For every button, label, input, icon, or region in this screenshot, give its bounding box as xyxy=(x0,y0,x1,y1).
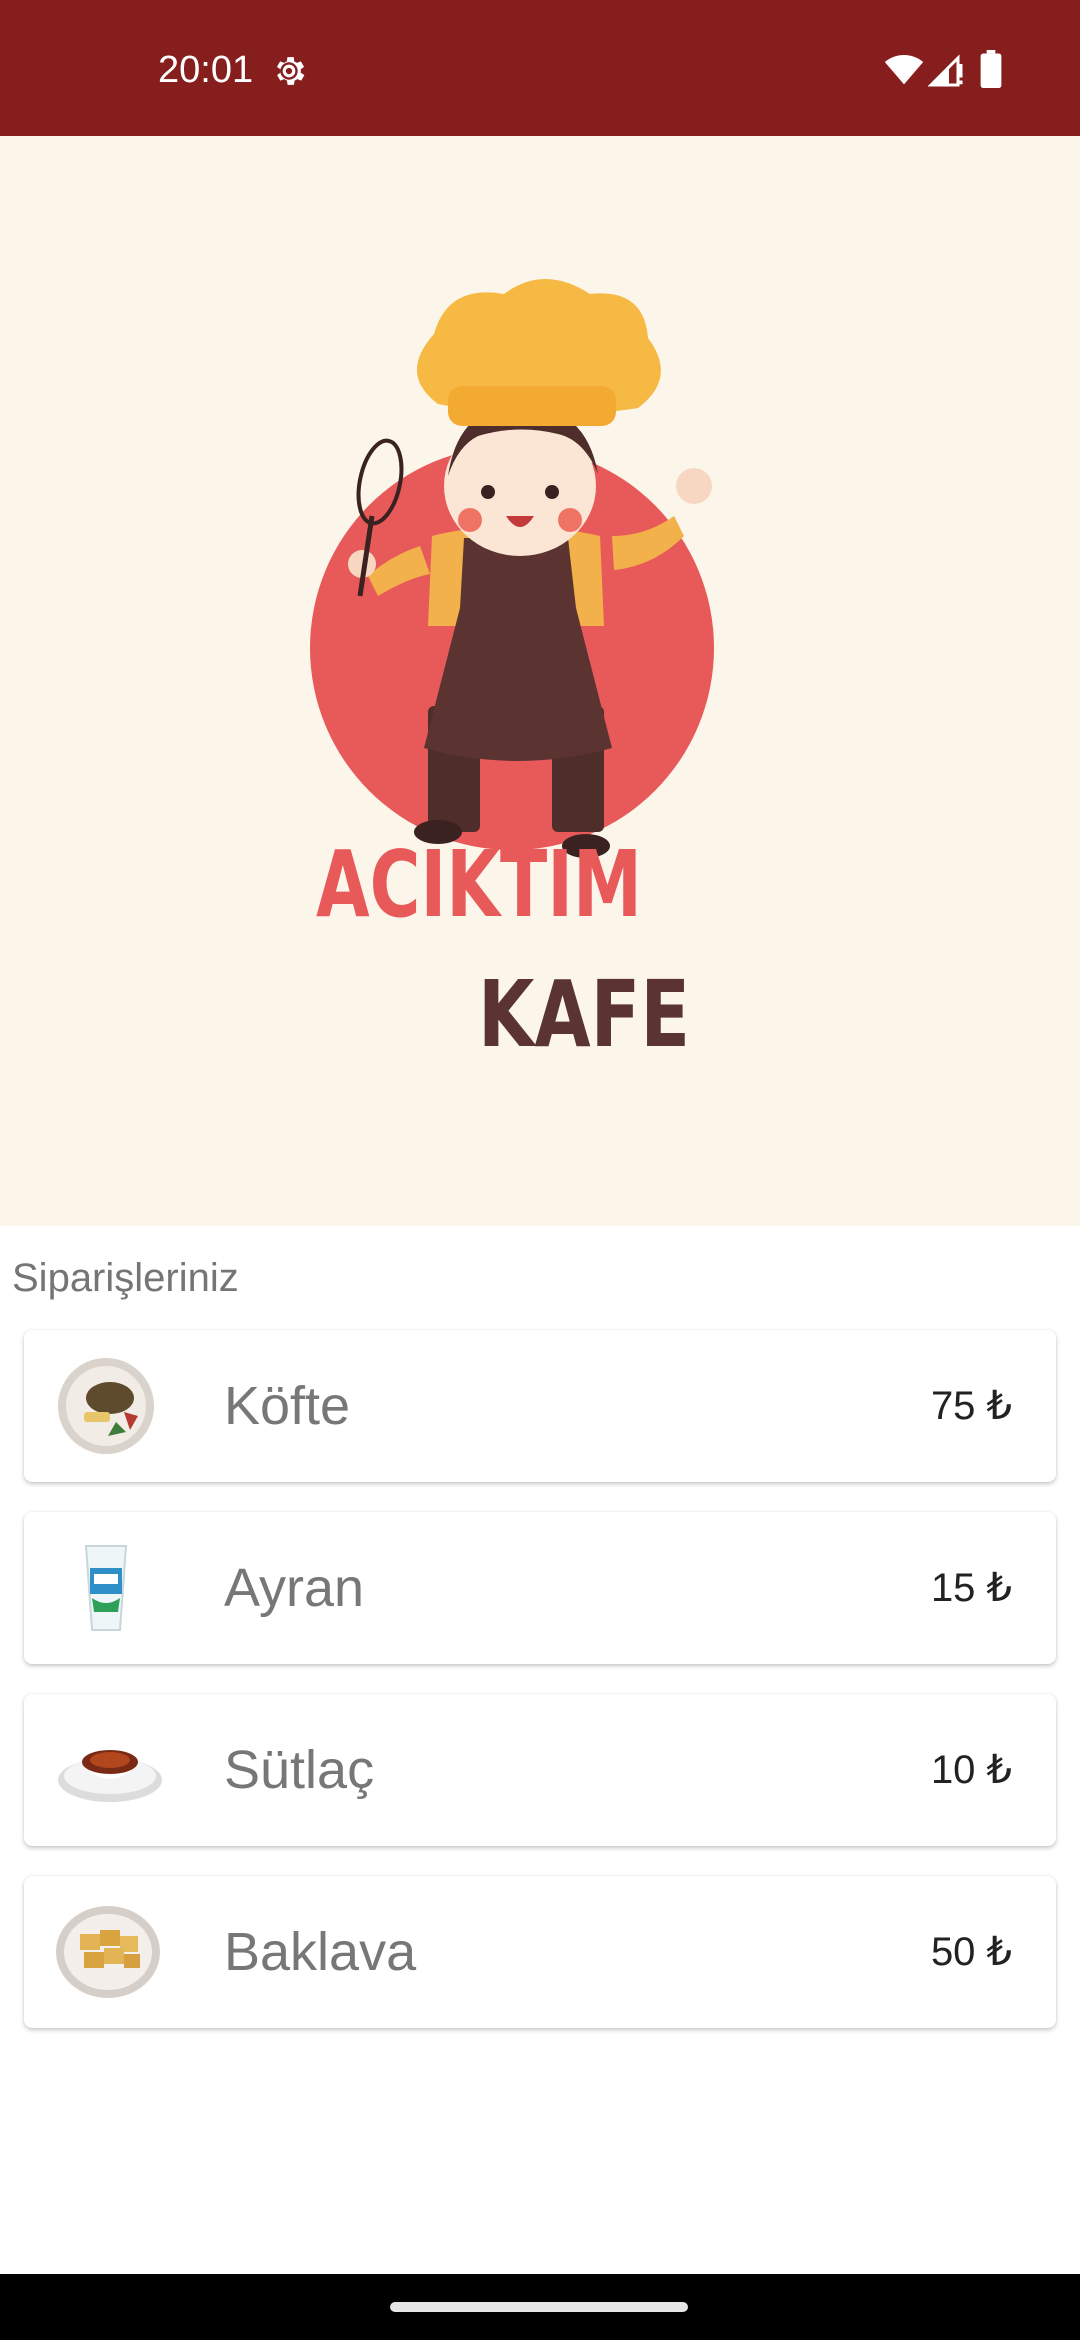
order-item-baklava[interactable]: Baklava 50 ₺ xyxy=(24,1876,1056,2028)
order-item-name: Köfte xyxy=(224,1376,351,1436)
order-item-kofte[interactable]: Köfte 75 ₺ xyxy=(24,1330,1056,1482)
order-item-price: 15 ₺ xyxy=(930,1566,1012,1610)
settings-gear-icon xyxy=(276,57,305,85)
ayran-image xyxy=(84,1545,128,1631)
navigation-bar xyxy=(0,2274,1080,2340)
status-bar: 20:01 xyxy=(0,0,1080,136)
battery-icon xyxy=(980,50,1002,88)
order-item-name: Ayran xyxy=(224,1558,365,1618)
order-item-price: 75 ₺ xyxy=(930,1384,1012,1428)
order-item-name: Sütlaç xyxy=(224,1740,375,1800)
hero-logo-banner: ACIKTIM KAFE xyxy=(0,136,1080,1226)
aciktim-kafe-logo: ACIKTIM KAFE xyxy=(310,279,714,1068)
logo-text-line1: ACIKTIM xyxy=(316,831,642,938)
order-item-sutlac[interactable]: Sütlaç 10 ₺ xyxy=(24,1694,1056,1846)
home-gesture-handle[interactable] xyxy=(390,2302,688,2312)
status-time: 20:01 xyxy=(158,49,254,91)
order-item-name: Baklava xyxy=(224,1922,417,1982)
logo-text-line2: KAFE xyxy=(478,961,690,1068)
orders-section-title: Siparişleriniz xyxy=(12,1256,239,1300)
kofte-image xyxy=(58,1358,154,1454)
signal-icon xyxy=(928,54,963,87)
wifi-icon xyxy=(884,54,924,85)
order-item-ayran[interactable]: Ayran 15 ₺ xyxy=(24,1512,1056,1664)
sutlac-image xyxy=(58,1750,162,1802)
order-item-price: 10 ₺ xyxy=(930,1748,1012,1792)
order-item-price: 50 ₺ xyxy=(930,1930,1012,1974)
baklava-image xyxy=(56,1906,160,1998)
